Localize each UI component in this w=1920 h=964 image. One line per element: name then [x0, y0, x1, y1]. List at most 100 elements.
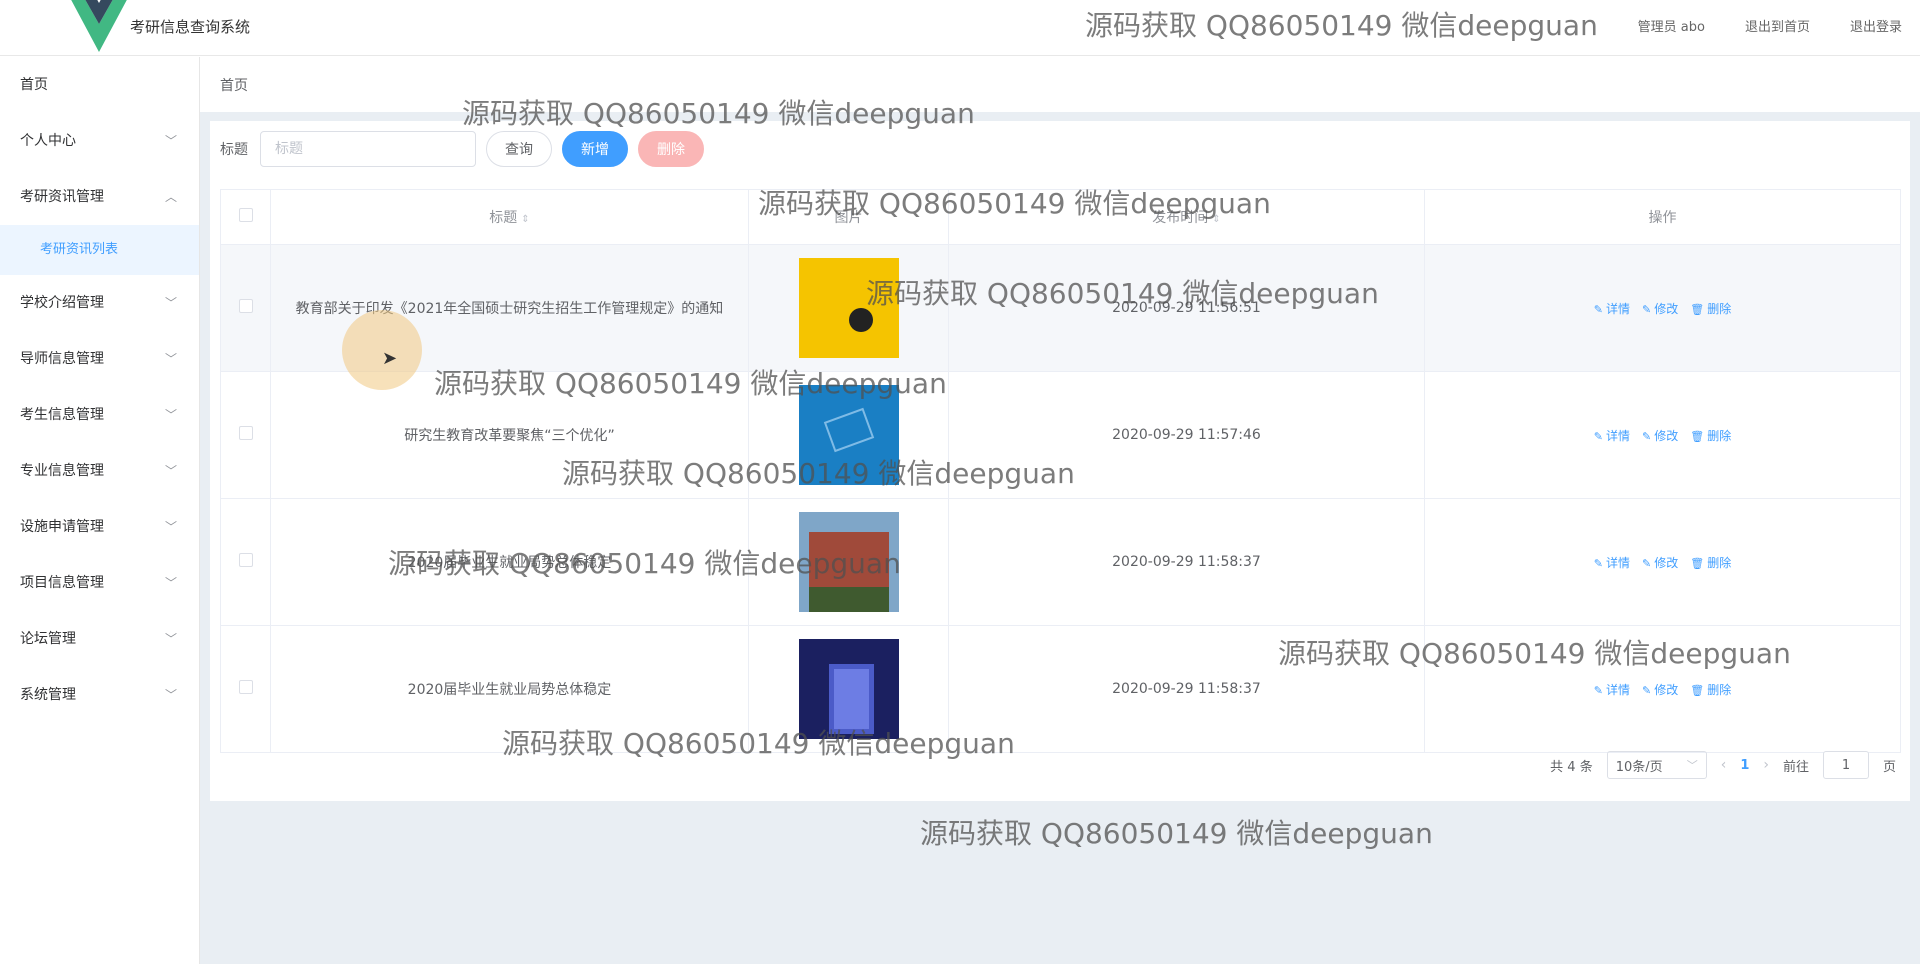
sidebar-item-system-management[interactable]: 系统管理 ﹀ [0, 667, 199, 723]
edit-button[interactable]: ✎ 修改 [1642, 681, 1678, 698]
sort-icon[interactable]: ⇕ [1212, 214, 1220, 225]
delete-row-button[interactable]: 🗑 删除 [1690, 300, 1731, 317]
time-cell: 2020-09-29 11:58:37 [948, 498, 1425, 626]
edit-icon: ✎ [1593, 429, 1603, 443]
news-image-1[interactable] [798, 258, 899, 358]
sidebar-subitem-news-list[interactable]: 考研资讯列表 [0, 225, 199, 275]
top-header: 考研信息查询系统 管理员 abo 退出到首页 退出登录 [0, 0, 1920, 56]
edit-icon: ✎ [1593, 302, 1603, 316]
edit-icon: ✎ [1593, 556, 1603, 570]
sidebar: 首页 个人中心 ﹀ 考研资讯管理 ︿ 考研资讯列表 学校介绍管理 ﹀ 导师信息管理 ﹀ … [0, 57, 200, 964]
row-select-cell [220, 498, 271, 626]
image-cell [748, 371, 949, 499]
sidebar-item-tutor-management[interactable]: 导师信息管理 ﹀ [0, 331, 199, 387]
sidebar-item-label: 项目信息管理 [20, 575, 104, 591]
news-image-2[interactable] [798, 385, 899, 485]
vue-logo-icon [71, 0, 127, 52]
chevron-down-icon: ﹀ [164, 408, 177, 422]
delete-row-button[interactable]: 🗑 删除 [1690, 554, 1731, 571]
detail-button[interactable]: ✎ 详情 [1594, 300, 1630, 317]
detail-label: 详情 [1605, 428, 1630, 443]
title-cell: 2020届毕业生就业局势总体稳定 [270, 625, 749, 753]
sidebar-item-personal-center[interactable]: 个人中心 ﹀ [0, 113, 199, 169]
row-checkbox[interactable] [238, 299, 253, 313]
goto-page-input[interactable] [1822, 751, 1869, 779]
page-size-value: 10条/页 [1615, 759, 1663, 775]
table-header-row: 标题 ⇕ 图片 发布时间 ⇕ 操作 [220, 189, 1901, 245]
row-select-cell [220, 244, 271, 372]
detail-button[interactable]: ✎ 详情 [1594, 554, 1630, 571]
column-header-title[interactable]: 标题 ⇕ [270, 189, 749, 245]
row-checkbox[interactable] [238, 426, 253, 440]
app-title: 考研信息查询系统 [130, 18, 251, 36]
page-number[interactable]: 1 [1740, 758, 1749, 773]
next-page-icon[interactable]: › [1763, 757, 1769, 773]
row-checkbox[interactable] [238, 553, 253, 567]
query-button[interactable]: 查询 [486, 131, 552, 167]
breadcrumb[interactable]: 首页 [220, 75, 248, 95]
edit-icon: ✎ [1642, 429, 1652, 443]
row-checkbox[interactable] [238, 680, 253, 694]
back-home-link[interactable]: 退出到首页 [1745, 16, 1810, 35]
trash-icon: 🗑 [1690, 556, 1705, 570]
delete-button[interactable]: 删除 [638, 131, 704, 167]
title-search-input[interactable] [260, 131, 476, 167]
edit-button[interactable]: ✎ 修改 [1642, 300, 1678, 317]
sidebar-item-label: 学校介绍管理 [20, 295, 104, 311]
logout-link[interactable]: 退出登录 [1850, 16, 1902, 35]
page-size-select[interactable]: 10条/页 ﹀ [1606, 751, 1707, 779]
edit-button[interactable]: ✎ 修改 [1642, 554, 1678, 571]
sidebar-item-label: 设施申请管理 [20, 519, 104, 535]
detail-button[interactable]: ✎ 详情 [1594, 427, 1630, 444]
edit-icon: ✎ [1593, 683, 1603, 697]
delete-label: 删除 [1707, 682, 1732, 697]
news-image-3[interactable] [798, 512, 899, 612]
sidebar-item-project-management[interactable]: 项目信息管理 ﹀ [0, 555, 199, 611]
table-row: 2020届毕业生就业局势总体稳定 2020-09-29 11:58:37 ✎ 详情… [220, 498, 1901, 626]
sidebar-item-student-management[interactable]: 考生信息管理 ﹀ [0, 387, 199, 443]
row-select-cell [220, 625, 271, 753]
prev-page-icon[interactable]: ‹ [1721, 757, 1727, 773]
column-header-label: 发布时间 [1152, 210, 1209, 226]
search-label: 标题 [220, 142, 248, 158]
news-image-4[interactable] [798, 639, 899, 739]
delete-label: 删除 [1707, 428, 1732, 443]
table-row: 教育部关于印发《2021年全国硕士研究生招生工作管理规定》的通知 2020-09… [220, 244, 1901, 372]
select-all-checkbox[interactable] [238, 208, 253, 222]
delete-row-button[interactable]: 🗑 删除 [1690, 681, 1731, 698]
edit-button[interactable]: ✎ 修改 [1642, 427, 1678, 444]
detail-button[interactable]: ✎ 详情 [1594, 681, 1630, 698]
sidebar-item-school-management[interactable]: 学校介绍管理 ﹀ [0, 275, 199, 331]
time-cell: 2020-09-29 11:56:51 [948, 244, 1425, 372]
edit-icon: ✎ [1642, 302, 1652, 316]
delete-row-button[interactable]: 🗑 删除 [1690, 427, 1731, 444]
breadcrumb-bar: 首页 [200, 57, 1920, 112]
chevron-down-icon: ﹀ [164, 520, 177, 534]
column-header-time[interactable]: 发布时间 ⇕ [948, 189, 1425, 245]
column-header-label: 图片 [834, 210, 863, 226]
sidebar-item-label: 专业信息管理 [20, 463, 104, 479]
time-cell: 2020-09-29 11:58:37 [948, 625, 1425, 753]
actions-cell: ✎ 详情 ✎ 修改 🗑 删除 [1424, 371, 1901, 499]
sidebar-item-home[interactable]: 首页 [0, 57, 199, 113]
image-cell [748, 625, 949, 753]
edit-label: 修改 [1654, 301, 1679, 316]
trash-icon: 🗑 [1690, 302, 1705, 316]
sidebar-item-label: 论坛管理 [20, 631, 76, 647]
chevron-up-icon: ︿ [164, 190, 177, 204]
sidebar-item-label: 导师信息管理 [20, 351, 104, 367]
column-header-actions: 操作 [1424, 189, 1901, 245]
time-cell: 2020-09-29 11:57:46 [948, 371, 1425, 499]
sort-icon[interactable]: ⇕ [521, 214, 529, 225]
chevron-down-icon: ﹀ [164, 134, 177, 148]
sidebar-item-major-management[interactable]: 专业信息管理 ﹀ [0, 443, 199, 499]
actions-cell: ✎ 详情 ✎ 修改 🗑 删除 [1424, 498, 1901, 626]
main-area: 首页 标题 查询 新增 删除 标题⇕ 图片 发布时间⇕ 操作 [200, 57, 1920, 964]
sidebar-item-forum-management[interactable]: 论坛管理 ﹀ [0, 611, 199, 667]
content-panel: 标题 查询 新增 删除 标题⇕ 图片 发布时间⇕ 操作 [210, 121, 1910, 801]
delete-label: 删除 [1707, 555, 1732, 570]
add-button[interactable]: 新增 [562, 131, 628, 167]
total-count: 共 4 条 [1550, 759, 1593, 775]
sidebar-item-facility-management[interactable]: 设施申请管理 ﹀ [0, 499, 199, 555]
sidebar-item-news-management[interactable]: 考研资讯管理 ︿ [0, 169, 199, 225]
